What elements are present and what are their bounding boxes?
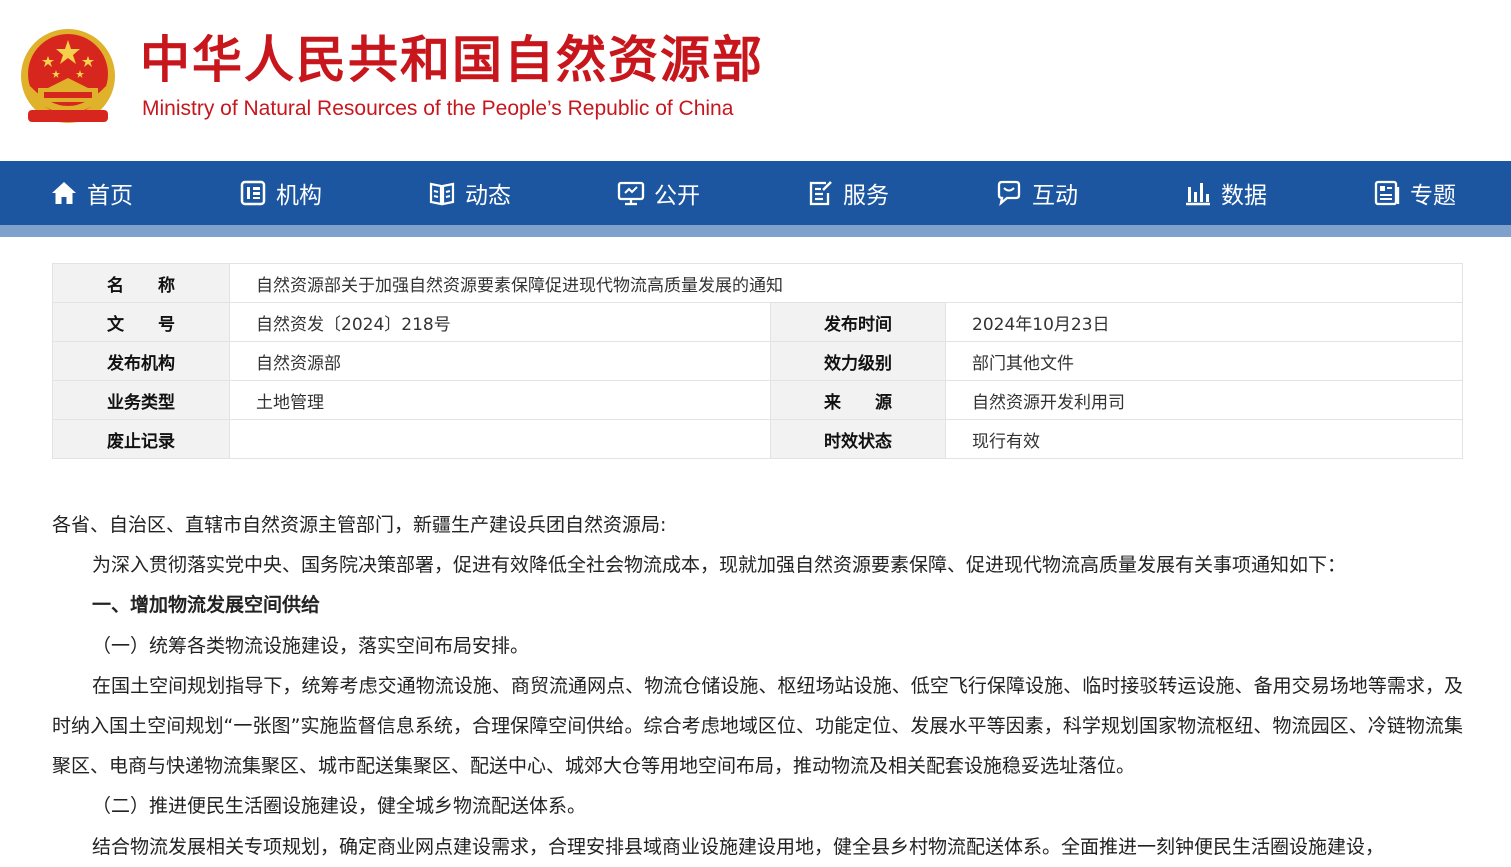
effect-level-value: 部门其他文件	[945, 341, 1463, 381]
doc-number-label: 文 号	[52, 302, 230, 342]
national-emblem-icon	[21, 29, 115, 123]
document-name: 自然资源部关于加强自然资源要素保障促进现代物流高质量发展的通知	[229, 263, 1463, 303]
nav-label: 专题	[1410, 183, 1456, 209]
source-value: 自然资源开发利用司	[945, 380, 1463, 420]
subsection-heading: （二）推进便民生活圈设施建设，健全城乡物流配送体系。	[92, 795, 587, 818]
table-row: 业务类型 土地管理 来 源 自然资源开发利用司	[52, 380, 1463, 420]
nav-item-organization[interactable]: 机构	[239, 161, 322, 225]
nav-item-news[interactable]: 动态	[428, 161, 511, 225]
publish-date-value: 2024年10月23日	[945, 302, 1463, 342]
abolish-record-label: 废止记录	[52, 419, 230, 459]
nav-label: 首页	[87, 183, 133, 209]
site-title-chinese: 中华人民共和国自然资源部	[140, 31, 764, 89]
service-icon	[809, 181, 832, 206]
salutation: 各省、自治区、直辖市自然资源主管部门，新疆生产建设兵团自然资源局:	[52, 514, 667, 536]
subsection-heading: （一）统筹各类物流设施建设，落实空间布局安排。	[92, 634, 530, 657]
doc-number-value: 自然资发〔2024〕218号	[229, 302, 771, 342]
document-body: 各省、自治区、直辖市自然资源主管部门，新疆生产建设兵团自然资源局: 为深入贯彻落…	[52, 505, 1463, 867]
nav-label: 动态	[465, 183, 511, 209]
intro-paragraph: 为深入贯彻落实党中央、国务院决策部署，促进有效降低全社会物流成本，现就加强自然资…	[92, 554, 1347, 577]
news-icon	[429, 182, 455, 206]
validity-status-value: 现行有效	[945, 419, 1463, 459]
nav-label: 服务	[843, 183, 889, 209]
table-row: 文 号 自然资发〔2024〕218号 发布时间 2024年10月23日	[52, 302, 1463, 342]
nav-item-service[interactable]: 服务	[806, 161, 889, 225]
business-type-value: 土地管理	[229, 380, 771, 420]
validity-status-label: 时效状态	[770, 419, 946, 459]
nav-item-topic[interactable]: 专题	[1373, 161, 1456, 225]
nav-label: 数据	[1221, 183, 1267, 209]
issuer-value: 自然资源部	[229, 341, 771, 381]
table-row: 废止记录 时效状态 现行有效	[52, 419, 1463, 459]
main-navigation: 首页 机构 动态 公开 服务 互动 数据 专题	[0, 161, 1511, 237]
disclosure-icon	[617, 181, 645, 206]
nav-item-interaction[interactable]: 互动	[995, 161, 1078, 225]
topic-icon	[1374, 180, 1400, 206]
site-header: 中华人民共和国自然资源部 Ministry of Natural Resourc…	[0, 0, 1511, 161]
issuer-label: 发布机构	[52, 341, 230, 381]
abolish-record-value	[229, 419, 771, 459]
publish-date-label: 发布时间	[770, 302, 946, 342]
body-paragraph: 结合物流发展相关专项规划，确定商业网点建设需求，合理安排县域商业设施建设用地，健…	[92, 835, 1385, 858]
body-paragraph: 在国土空间规划指导下，统筹考虑交通物流设施、商贸流通网点、物流仓储设施、枢纽场站…	[52, 674, 1463, 778]
section-heading: 一、增加物流发展空间供给	[92, 594, 321, 617]
business-type-label: 业务类型	[52, 380, 230, 420]
nav-label: 机构	[276, 183, 322, 209]
name-label: 名 称	[52, 263, 230, 303]
source-label: 来 源	[770, 380, 946, 420]
organization-icon	[240, 180, 266, 206]
nav-item-data[interactable]: 数据	[1184, 161, 1267, 225]
data-chart-icon	[1186, 183, 1210, 206]
site-title-english: Ministry of Natural Resources of the Peo…	[142, 97, 734, 120]
effect-level-label: 效力级别	[770, 341, 946, 381]
table-row: 名 称 自然资源部关于加强自然资源要素保障促进现代物流高质量发展的通知	[52, 263, 1463, 303]
nav-label: 公开	[654, 183, 700, 209]
table-row: 发布机构 自然资源部 效力级别 部门其他文件	[52, 341, 1463, 381]
nav-item-disclosure[interactable]: 公开	[617, 161, 700, 225]
home-icon	[52, 182, 76, 204]
interaction-icon	[997, 180, 1021, 206]
document-metadata-table: 名 称 自然资源部关于加强自然资源要素保障促进现代物流高质量发展的通知 文 号 …	[52, 263, 1463, 459]
nav-item-home[interactable]: 首页	[50, 161, 133, 225]
nav-label: 互动	[1032, 183, 1078, 209]
